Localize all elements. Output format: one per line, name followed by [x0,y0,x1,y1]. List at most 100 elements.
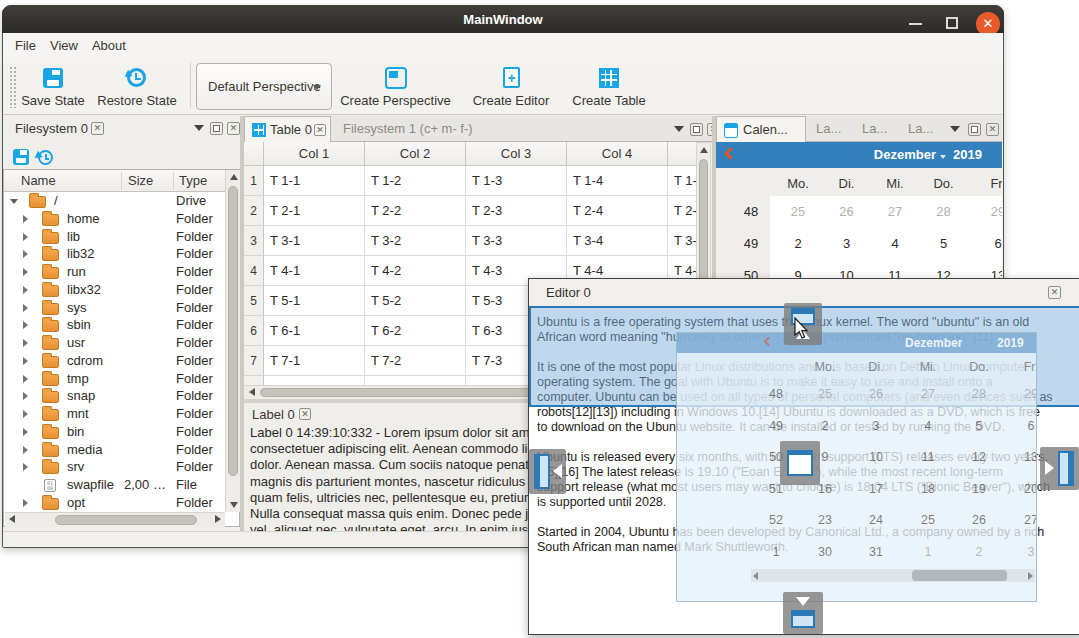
calendar-month-dropdown-icon[interactable] [940,155,946,159]
calendar-day[interactable]: 3 [829,236,865,251]
expander-icon[interactable] [23,215,28,223]
editor-close-icon[interactable] [1048,286,1061,299]
tree-row[interactable]: runFolder [4,263,225,281]
menu-about[interactable]: About [92,33,126,58]
dock-indicator-bottom[interactable] [783,592,823,634]
tree-row[interactable]: optFolder [4,494,225,512]
table-row-header[interactable]: 8 [244,376,264,385]
calendar-day[interactable]: 5 [926,236,962,251]
calendar-day[interactable]: 26 [829,204,865,219]
tree-item-name[interactable]: tmp [67,371,89,386]
table-cell[interactable]: T 2-2 [365,196,466,226]
table-col-header[interactable]: Col 5 [668,142,696,166]
perspective-combobox[interactable]: Default Perspective [196,63,332,110]
table-cell[interactable]: T 6-2 [365,316,466,346]
tree-row[interactable]: tmpFolder [4,370,225,388]
expander-icon[interactable] [23,428,28,436]
tab-filesystem1[interactable]: Filesystem 1 (c+ m- f-) [343,121,473,136]
filesystem-panel-float-icon[interactable] [210,122,223,135]
tree-item-name[interactable]: run [67,264,86,279]
expander-icon[interactable] [23,446,28,454]
editor-titlebar[interactable]: Editor 0 [528,278,1079,306]
calendar-month[interactable]: Dezember [874,147,936,162]
tree-row[interactable]: mntFolder [4,405,225,423]
label-tab-close-icon[interactable] [299,408,311,420]
table-cell[interactable]: T 3-5 [668,226,696,256]
tree-header[interactable]: Name Size Type [4,170,225,192]
expander-icon[interactable] [23,410,28,418]
expander-icon[interactable] [23,463,28,471]
calendar-day[interactable]: 27 [877,204,913,219]
calendar-day[interactable]: 25 [780,204,816,219]
create-perspective-icon[interactable] [385,67,407,89]
tab-table0[interactable]: Table 0 [244,116,331,142]
tree-row[interactable]: swapfile2,00 …File [4,476,225,494]
save-state-button[interactable]: Save State [17,93,89,108]
center-panel-menu-icon[interactable] [674,126,684,132]
right-panel-close-icon[interactable] [986,123,999,136]
table-cell[interactable]: T 5-1 [264,286,365,316]
tree-vertical-scrollbar[interactable] [225,170,240,512]
expander-icon[interactable] [23,233,28,241]
create-editor-button[interactable]: Create Editor [465,93,557,108]
calendar-day[interactable]: 6 [980,236,1002,251]
table-row-header[interactable]: 4 [244,256,264,286]
restore-state-button[interactable]: Restore State [93,93,181,108]
table-col-header[interactable]: Col 1 [264,142,365,166]
restore-state-icon[interactable] [127,68,146,87]
right-panel-float-icon[interactable] [968,123,981,136]
tree-item-name[interactable]: bin [67,424,84,439]
tree-row[interactable]: homeFolder [4,210,225,228]
table-cell[interactable]: T 1-4 [567,166,668,196]
tree-item-name[interactable]: srv [67,459,84,474]
table-cell[interactable]: T 1-5 [668,166,696,196]
expander-icon[interactable] [23,250,28,258]
save-state-icon[interactable] [43,68,63,88]
expander-icon[interactable] [23,321,28,329]
expander-icon[interactable] [23,392,28,400]
expander-icon[interactable] [23,339,28,347]
table-cell[interactable]: T 5-2 [365,286,466,316]
right-panel-menu-icon[interactable] [950,126,960,132]
tree-item-name[interactable]: / [54,193,58,208]
filesystem-panel-close-icon[interactable] [227,122,240,135]
tab-label3[interactable]: La... [908,121,933,136]
table-cell[interactable]: T 4-1 [264,256,365,286]
table-cell[interactable]: T 4-2 [365,256,466,286]
col-type[interactable]: Type [179,173,207,188]
table-row-header[interactable]: 6 [244,316,264,346]
tree-row[interactable]: /Drive [4,192,225,210]
table-col-header[interactable]: Col 2 [365,142,466,166]
titlebar[interactable]: MainWindow ✕ [2,5,1004,33]
calendar-day[interactable]: 29 [980,204,1002,219]
tree-item-name[interactable]: sbin [67,317,91,332]
tab-label2[interactable]: La... [862,121,887,136]
tree-row[interactable]: sysFolder [4,299,225,317]
tree-item-name[interactable]: lib32 [67,246,94,261]
table-cell[interactable]: T 2-1 [264,196,365,226]
create-editor-icon[interactable] [503,67,520,88]
maximize-button[interactable] [946,17,958,29]
table-row-header[interactable]: 3 [244,226,264,256]
tree-item-name[interactable]: opt [67,495,85,510]
tree-item-name[interactable]: lib [67,229,80,244]
expander-icon[interactable] [23,499,28,507]
table-cell[interactable]: T 7-2 [365,346,466,376]
table-row-header[interactable]: 7 [244,346,264,376]
expander-icon[interactable] [23,357,28,365]
tab-table0-close-icon[interactable] [314,124,326,136]
table-cell[interactable]: T 3-2 [365,226,466,256]
tree-row[interactable]: snapFolder [4,387,225,405]
col-name[interactable]: Name [21,173,56,188]
tab-label1[interactable]: La... [816,121,841,136]
tree-row[interactable]: usrFolder [4,334,225,352]
expander-icon[interactable] [10,199,18,204]
table-row-header[interactable]: 2 [244,196,264,226]
tree-item-name[interactable]: mnt [67,406,89,421]
create-table-button[interactable]: Create Table [563,93,655,108]
fs-restore-icon[interactable] [38,150,53,165]
table-cell[interactable]: T 6-1 [264,316,365,346]
table-cell[interactable]: T 1-1 [264,166,365,196]
table-col-header[interactable]: Col 3 [466,142,567,166]
expander-icon[interactable] [23,375,28,383]
